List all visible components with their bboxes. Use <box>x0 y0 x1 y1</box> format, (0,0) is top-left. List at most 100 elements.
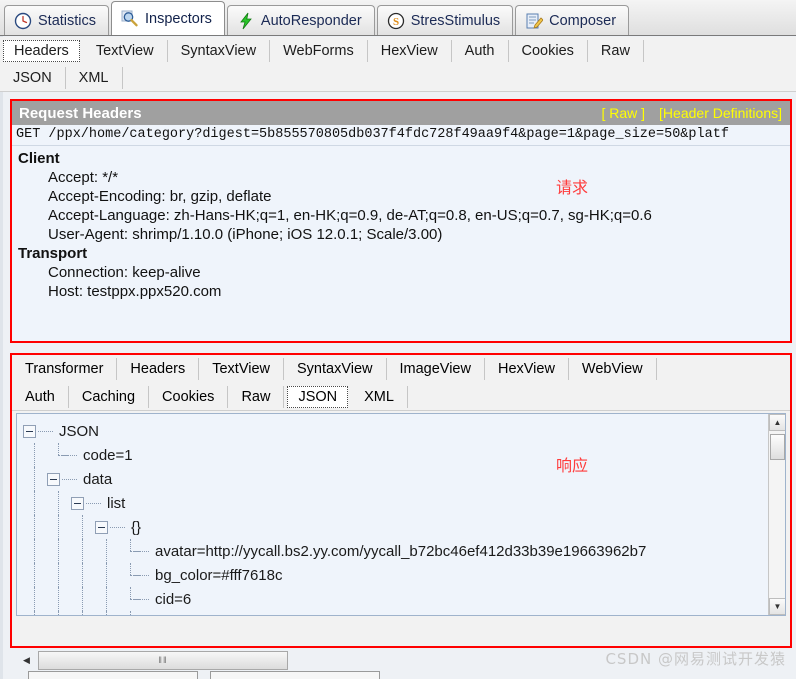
json-tree-node[interactable]: {} <box>23 515 767 539</box>
main-tab-label: Composer <box>549 12 617 29</box>
tree-guide <box>23 539 47 563</box>
json-node-label: {} <box>131 518 142 536</box>
json-tree-node[interactable]: data <box>23 467 767 491</box>
request-inspector-tabs-row1[interactable]: Headers TextView SyntaxView WebForms HexView… <box>0 37 796 65</box>
json-node-label: code=1 <box>83 446 133 464</box>
svg-text:S: S <box>393 16 399 28</box>
json-tree[interactable]: JSON code=1 data list {} avatar=http://yycall… <box>17 414 767 615</box>
header-item[interactable]: Connection: keep-alive <box>16 263 790 282</box>
request-tab-syntaxview[interactable]: SyntaxView <box>168 40 271 62</box>
main-tab-inspectors[interactable]: Inspectors <box>111 1 225 35</box>
left-window-edge <box>0 36 3 679</box>
request-tab-hexview[interactable]: HexView <box>368 40 452 62</box>
json-node-label: JSON <box>59 422 100 440</box>
json-tree-node[interactable]: code=1 <box>23 443 767 467</box>
main-tab-autoresponder[interactable]: AutoResponder <box>226 5 375 35</box>
main-tab-composer[interactable]: Composer <box>515 5 630 35</box>
header-item[interactable]: Host: testppx.ppx520.com <box>16 282 790 301</box>
request-headers-list: Client Accept: */* Accept-Encoding: br, gz… <box>12 146 790 301</box>
request-inspector-tabs-row2[interactable]: JSON XML <box>0 65 796 92</box>
scroll-thumb[interactable] <box>770 434 785 460</box>
annotation-response: 响应 <box>556 456 589 475</box>
raw-link[interactable]: [ Raw ] <box>601 105 645 121</box>
request-tab-webforms[interactable]: WebForms <box>270 40 368 62</box>
response-inspector-tabs-row1[interactable]: Transformer Headers TextView SyntaxView Imag… <box>12 355 790 383</box>
tree-guide <box>95 587 119 611</box>
tree-guide <box>71 563 95 587</box>
request-line: GET /ppx/home/category?digest=5b85557080… <box>12 125 790 146</box>
response-tab-caching[interactable]: Caching <box>69 385 150 408</box>
json-tree-node[interactable]: bg_color=#fff7618c <box>23 563 767 587</box>
response-tab-spacer <box>408 386 434 408</box>
tree-collapse-icon[interactable] <box>71 496 84 510</box>
magnifier-icon <box>121 10 139 28</box>
tree-connector <box>119 563 140 587</box>
response-tab-webview[interactable]: WebView <box>569 358 657 380</box>
main-tab-bar[interactable]: Statistics Inspectors AutoResponder S StresS… <box>0 0 796 36</box>
annotation-request: 请求 <box>556 178 589 197</box>
json-tree-node[interactable]: JSON <box>23 419 767 443</box>
request-headers-title-bar: Request Headers [ Raw ] [Header Definitio… <box>12 101 790 125</box>
hscroll-left-arrow[interactable]: ◀ <box>18 652 35 669</box>
lightning-icon <box>237 12 255 30</box>
response-tab-imageview[interactable]: ImageView <box>387 358 485 380</box>
tree-collapse-icon[interactable] <box>23 424 36 438</box>
clipped-bottom-field <box>210 671 380 679</box>
request-tab-textview[interactable]: TextView <box>83 40 168 62</box>
header-item[interactable]: Accept-Encoding: br, gzip, deflate <box>16 187 790 206</box>
response-tab-headers[interactable]: Headers <box>117 358 200 380</box>
tree-collapse-icon[interactable] <box>47 472 60 486</box>
json-node-label: list <box>107 494 126 512</box>
response-tab-syntaxview[interactable]: SyntaxView <box>284 358 387 380</box>
header-definitions-link[interactable]: [Header Definitions] <box>659 105 782 121</box>
json-tree-node[interactable]: avatar=http://yycall.bs2.yy.com/yycall_b… <box>23 539 767 563</box>
request-tab-raw[interactable]: Raw <box>588 40 644 62</box>
tree-guide <box>71 539 95 563</box>
tree-guide <box>23 515 47 539</box>
tree-guide <box>95 539 119 563</box>
response-tab-xml[interactable]: XML <box>351 385 408 408</box>
main-tab-statistics[interactable]: Statistics <box>4 5 110 35</box>
json-tree-node[interactable]: list <box>23 491 767 515</box>
main-tab-stresstimulus[interactable]: S StresStimulus <box>376 5 514 35</box>
response-tab-json[interactable]: JSON <box>287 385 349 408</box>
request-header-links[interactable]: [ Raw ] [Header Definitions] <box>601 105 782 121</box>
request-tab-headers[interactable]: Headers <box>3 40 80 62</box>
json-node-label: cid=6 <box>155 590 192 608</box>
clipped-bottom-field <box>28 671 198 679</box>
tree-connector <box>62 478 77 480</box>
csdn-watermark: CSDN @网易测试开发猿 <box>605 650 786 668</box>
scroll-up-arrow[interactable]: ▲ <box>769 414 785 431</box>
header-item[interactable]: Accept-Language: zh-Hans-HK;q=1, en-HK;q… <box>16 206 790 225</box>
tree-guide <box>23 611 47 615</box>
request-tab-cookies[interactable]: Cookies <box>509 40 588 62</box>
response-tab-auth[interactable]: Auth <box>12 385 69 408</box>
json-tree-node[interactable]: cid=6 <box>23 587 767 611</box>
request-headers-pane: Request Headers [ Raw ] [Header Definitio… <box>10 99 792 343</box>
json-vertical-scrollbar[interactable]: ▲ ▼ <box>768 414 785 615</box>
json-tree-view[interactable]: JSON code=1 data list {} avatar=http://yycall… <box>16 413 786 616</box>
hscroll-thumb[interactable]: ‖‖ <box>38 650 288 670</box>
tree-collapse-icon[interactable] <box>95 520 108 534</box>
tree-guide <box>71 587 95 611</box>
response-tab-textview[interactable]: TextView <box>199 358 284 380</box>
response-tab-hexview[interactable]: HexView <box>485 358 569 380</box>
tree-guide <box>47 563 71 587</box>
tree-guide <box>23 443 47 467</box>
response-tab-raw[interactable]: Raw <box>228 385 285 408</box>
json-tree-node[interactable]: click=16141 <box>23 611 767 615</box>
response-inspector-tabs-row2[interactable]: Auth Caching Cookies Raw JSON XML <box>12 383 790 411</box>
header-item[interactable]: User-Agent: shrimp/1.10.0 (iPhone; iOS 1… <box>16 225 790 244</box>
request-tab-json[interactable]: JSON <box>0 67 66 89</box>
request-tab-xml[interactable]: XML <box>66 67 123 89</box>
scroll-down-arrow[interactable]: ▼ <box>769 598 785 615</box>
tree-connector <box>119 539 140 563</box>
response-tab-cookies[interactable]: Cookies <box>149 385 229 408</box>
tree-connector <box>47 443 68 467</box>
tree-guide <box>23 491 47 515</box>
header-group-transport: Transport <box>18 245 88 262</box>
header-item[interactable]: Accept: */* <box>16 168 790 187</box>
request-tab-auth[interactable]: Auth <box>452 40 509 62</box>
tree-connector <box>119 587 140 611</box>
response-tab-transformer[interactable]: Transformer <box>12 358 118 380</box>
